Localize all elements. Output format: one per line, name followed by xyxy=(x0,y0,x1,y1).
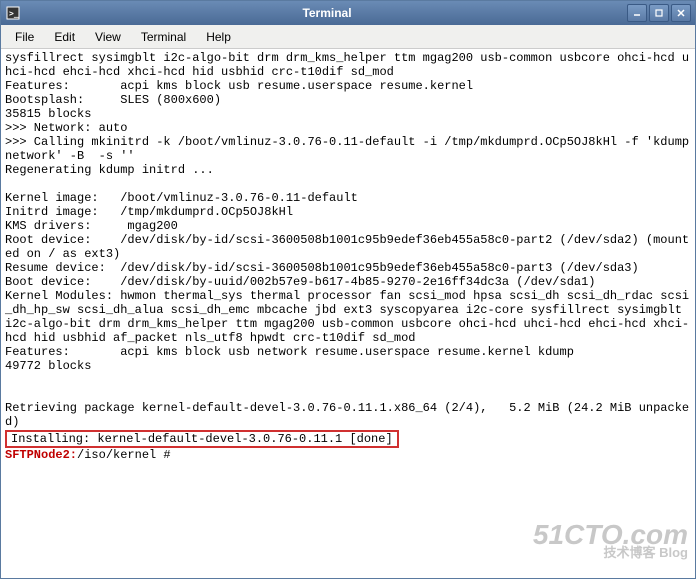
menu-terminal[interactable]: Terminal xyxy=(131,28,196,46)
output-line: Regenerating kdump initrd ... xyxy=(5,163,214,177)
terminal-icon: >_ xyxy=(5,5,21,21)
output-line: Features: acpi kms block usb resume.user… xyxy=(5,79,473,93)
close-button[interactable] xyxy=(671,4,691,22)
output-line: 35815 blocks xyxy=(5,107,91,121)
output-line: Kernel image: /boot/vmlinuz-3.0.76-0.11-… xyxy=(5,191,358,205)
window-title: Terminal xyxy=(27,6,627,20)
maximize-button[interactable] xyxy=(649,4,669,22)
output-line: sysfillrect sysimgblt i2c-algo-bit drm d… xyxy=(5,51,689,79)
output-line: Initrd image: /tmp/mkdumprd.OCp5OJ8kHl xyxy=(5,205,293,219)
menu-file[interactable]: File xyxy=(5,28,44,46)
menu-edit[interactable]: Edit xyxy=(44,28,85,46)
output-line: Kernel Modules: hwmon thermal_sys therma… xyxy=(5,289,689,345)
terminal-output[interactable]: sysfillrect sysimgblt i2c-algo-bit drm d… xyxy=(1,49,695,578)
titlebar: >_ Terminal xyxy=(1,1,695,25)
output-line: >>> Network: auto xyxy=(5,121,127,135)
output-line: KMS drivers: mgag200 xyxy=(5,219,178,233)
menu-view[interactable]: View xyxy=(85,28,131,46)
output-line: Retrieving package kernel-default-devel-… xyxy=(5,401,689,429)
svg-text:>_: >_ xyxy=(9,9,19,18)
terminal-window: >_ Terminal File Edit View Terminal Help… xyxy=(0,0,696,579)
prompt-path: /iso/kernel # xyxy=(77,448,171,462)
highlighted-install-line: Installing: kernel-default-devel-3.0.76-… xyxy=(5,430,399,448)
menu-help[interactable]: Help xyxy=(196,28,241,46)
menubar: File Edit View Terminal Help xyxy=(1,25,695,49)
output-line: 49772 blocks xyxy=(5,359,91,373)
output-line: >>> Calling mkinitrd -k /boot/vmlinuz-3.… xyxy=(5,135,695,163)
output-line: Boot device: /dev/disk/by-uuid/002b57e9-… xyxy=(5,275,596,289)
window-controls xyxy=(627,4,691,22)
minimize-button[interactable] xyxy=(627,4,647,22)
output-line: Root device: /dev/disk/by-id/scsi-360050… xyxy=(5,233,689,261)
output-line: Bootsplash: SLES (800x600) xyxy=(5,93,221,107)
output-line: Features: acpi kms block usb network res… xyxy=(5,345,574,359)
output-line: Resume device: /dev/disk/by-id/scsi-3600… xyxy=(5,261,639,275)
shell-prompt: SFTPNode2:/iso/kernel # xyxy=(5,448,171,462)
prompt-host: SFTPNode2: xyxy=(5,448,77,462)
